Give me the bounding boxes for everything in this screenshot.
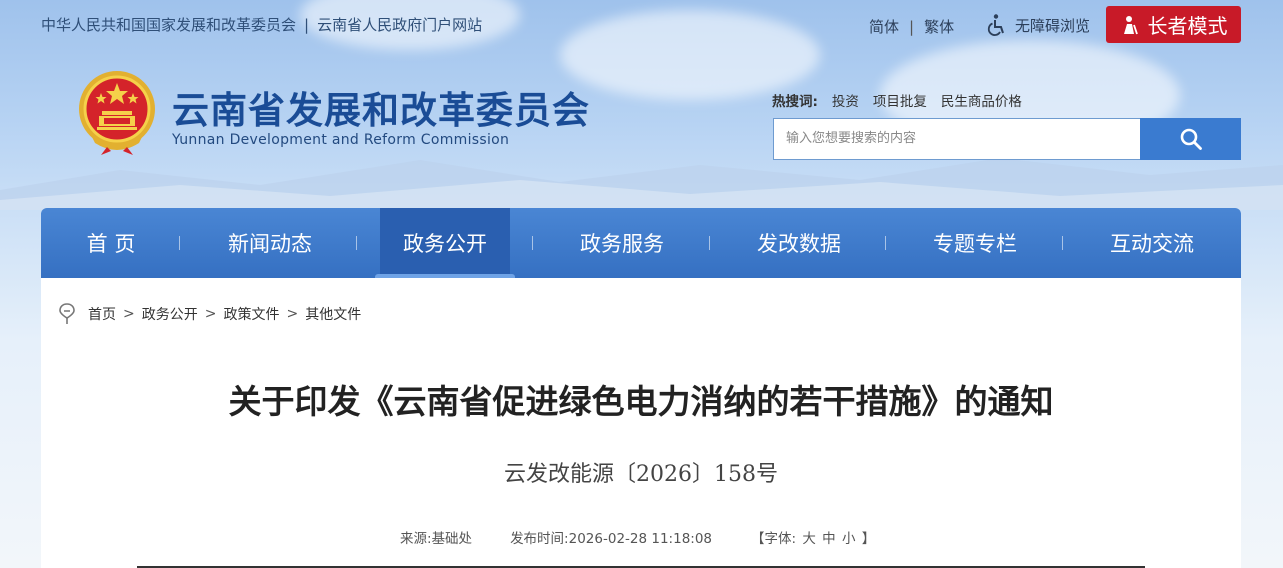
nav-interaction[interactable]: 互动交流 <box>1095 208 1209 278</box>
article-title: 关于印发《云南省促进绿色电力消纳的若干措施》的通知 <box>228 382 1054 421</box>
article-source: 来源:基础处 <box>400 527 472 547</box>
nav-topics[interactable]: 专题专栏 <box>918 208 1032 278</box>
hot-search: 热搜词: 投资 项目批复 民生商品价格 <box>772 90 1036 110</box>
wheelchair-icon <box>987 14 1004 36</box>
breadcrumb-policy-documents[interactable]: 政策文件 <box>223 304 279 324</box>
language-separator: | <box>909 18 915 36</box>
breadcrumb-home[interactable]: 首页 <box>88 304 116 324</box>
source-label: 来源: <box>400 531 432 547</box>
breadcrumb-separator: > <box>286 306 299 322</box>
time-label: 发布时间: <box>510 531 569 547</box>
top-link-separator: | <box>304 16 310 34</box>
nav-home[interactable]: 首 页 <box>61 208 161 278</box>
article-panel: 首页 > 政务公开 > 政策文件 > 其他文件 关于印发《云南省促进绿色电力消纳… <box>41 278 1241 568</box>
time-value: 2026-02-28 11:18:08 <box>568 531 713 547</box>
nav-divider <box>532 236 533 250</box>
breadcrumb-separator: > <box>204 306 217 322</box>
language-switch: 简体 | 繁体 <box>869 16 954 37</box>
hot-search-item[interactable]: 投资 <box>832 90 859 110</box>
elder-icon <box>1123 15 1138 34</box>
source-value: 基础处 <box>431 531 473 547</box>
font-size-large[interactable]: 大 <box>802 531 816 547</box>
nav-news[interactable]: 新闻动态 <box>213 208 327 278</box>
nav-services[interactable]: 政务服务 <box>565 208 679 278</box>
elder-mode-button[interactable]: 长者模式 <box>1106 6 1241 43</box>
breadcrumb-other-documents[interactable]: 其他文件 <box>305 304 361 324</box>
yunnan-gov-link[interactable]: 云南省人民政府门户网站 <box>317 16 482 34</box>
accessibility-link[interactable]: 无障碍浏览 <box>985 13 1090 37</box>
site-title[interactable]: 云南省发展和改革委员会 <box>172 80 590 134</box>
nav-government-affairs[interactable]: 政务公开 <box>375 208 515 279</box>
article-meta: 来源:基础处 发布时间:2026-02-28 11:18:08 【字体: 大 中… <box>400 527 876 547</box>
font-size-close: 】 <box>861 531 876 547</box>
font-size-control: 【字体: 大 中 小 】 <box>750 527 876 547</box>
nav-divider <box>885 236 886 250</box>
search-button[interactable] <box>1140 118 1241 160</box>
site-subtitle: Yunnan Development and Reform Commission <box>172 132 510 148</box>
ndrc-link[interactable]: 中华人民共和国国家发展和改革委员会 <box>41 16 296 34</box>
breadcrumb: 首页 > 政务公开 > 政策文件 > 其他文件 <box>58 303 361 325</box>
simplified-chinese-link[interactable]: 简体 <box>869 18 899 36</box>
breadcrumb-separator: > <box>123 306 135 322</box>
search-input[interactable]: 输入您想要搜索的内容 <box>773 118 1140 160</box>
main-nav: 首 页 新闻动态 政务公开 政务服务 发改数据 专题专栏 互动交流 <box>41 208 1241 279</box>
font-size-medium[interactable]: 中 <box>822 531 836 547</box>
document-number: 云发改能源〔2026〕158号 <box>504 462 778 487</box>
accessibility-label: 无障碍浏览 <box>1015 16 1091 35</box>
font-size-small[interactable]: 小 <box>842 531 856 547</box>
breadcrumb-government-affairs[interactable]: 政务公开 <box>142 304 198 324</box>
article-time: 发布时间:2026-02-28 11:18:08 <box>510 527 712 547</box>
hot-search-item[interactable]: 项目批复 <box>873 90 927 110</box>
top-links: 中华人民共和国国家发展和改革委员会 | 云南省人民政府门户网站 <box>41 14 482 35</box>
national-emblem-icon <box>79 71 155 155</box>
hot-search-label: 热搜词: <box>772 94 818 110</box>
nav-divider <box>709 236 710 250</box>
nav-data[interactable]: 发改数据 <box>742 208 856 278</box>
nav-divider <box>1062 236 1063 250</box>
location-icon <box>59 303 75 324</box>
traditional-chinese-link[interactable]: 繁体 <box>924 18 954 36</box>
nav-divider <box>179 236 180 250</box>
search-icon <box>1180 128 1202 150</box>
font-size-open: 【字体: <box>751 531 797 547</box>
nav-divider <box>356 236 357 250</box>
hot-search-item[interactable]: 民生商品价格 <box>941 90 1022 110</box>
elder-mode-label: 长者模式 <box>1147 14 1228 38</box>
